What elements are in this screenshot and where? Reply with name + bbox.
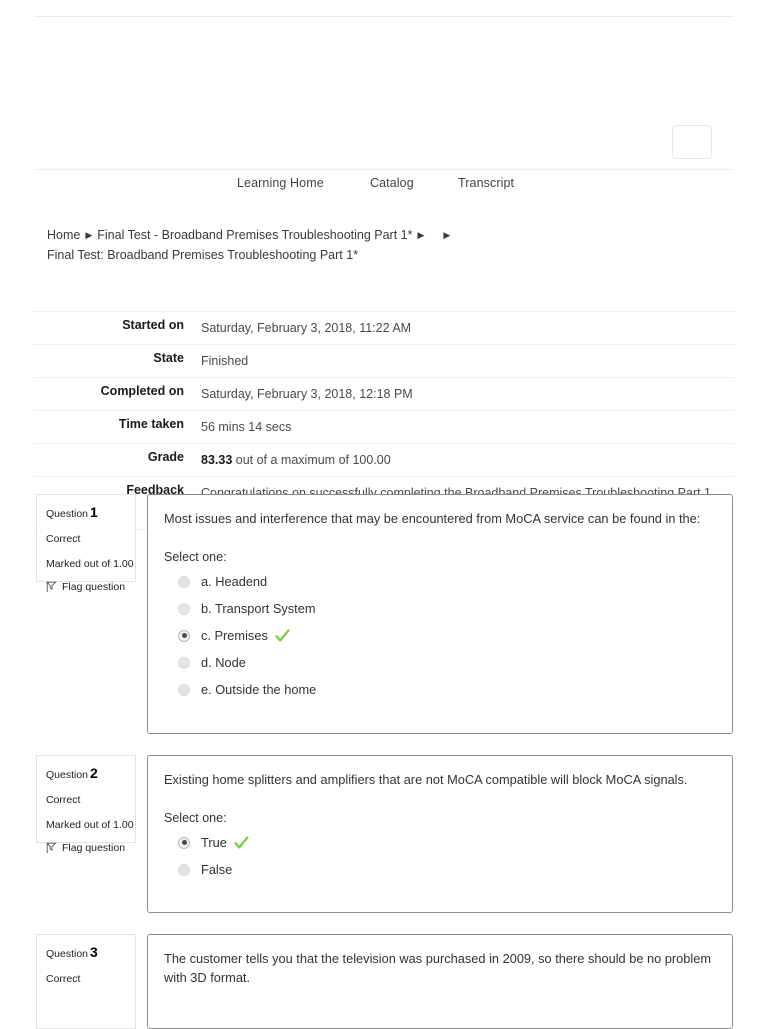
flag-question-1-label: Flag question bbox=[62, 581, 126, 593]
answer-option-1d[interactable]: d. Node bbox=[164, 649, 716, 676]
question-state-3: Correct bbox=[46, 973, 81, 985]
summary-label-state: State bbox=[153, 351, 184, 365]
question-body-2: Existing home splitters and amplifiers t… bbox=[147, 755, 733, 913]
nav-item-transcript[interactable]: Transcript bbox=[458, 176, 514, 190]
question-label-3: Question bbox=[46, 948, 89, 960]
primary-navigation: Learning Home Catalog Transcript bbox=[0, 174, 768, 196]
summary-label-completed-on: Completed on bbox=[100, 384, 184, 398]
question-text-1: Most issues and interference that may be… bbox=[164, 511, 701, 526]
flag-icon bbox=[46, 581, 57, 593]
correct-check-icon-1c bbox=[275, 629, 290, 643]
question-number-3: Question 3 bbox=[46, 944, 125, 960]
answer-option-1b[interactable]: b. Transport System bbox=[164, 595, 716, 622]
answer-option-1e[interactable]: e. Outside the home bbox=[164, 676, 716, 703]
answer-label-1b: b. Transport System bbox=[201, 601, 316, 616]
header-bottom-divider bbox=[34, 169, 734, 170]
radio-1b[interactable] bbox=[178, 602, 190, 615]
summary-label-started-on: Started on bbox=[122, 318, 184, 332]
site-header bbox=[0, 17, 768, 169]
summary-value-time-taken: 56 mins 14 secs bbox=[201, 420, 292, 434]
question-block-2: Question 2 Correct Marked out of 1.00 Fla… bbox=[0, 755, 768, 913]
breadcrumb-course[interactable]: Final Test - Broadband Premises Troubles… bbox=[97, 228, 412, 242]
flag-icon bbox=[46, 842, 57, 854]
question-text-2: Existing home splitters and amplifiers t… bbox=[164, 772, 688, 787]
chevron-right-icon-2: ▶ bbox=[417, 230, 425, 240]
flag-question-2-label: Flag question bbox=[62, 842, 126, 854]
select-one-label-2: Select one: bbox=[164, 811, 227, 825]
grade-max: out of a maximum of 100.00 bbox=[232, 453, 391, 467]
answer-option-1a[interactable]: a. Headend bbox=[164, 568, 716, 595]
answer-label-1e: e. Outside the home bbox=[201, 682, 317, 697]
select-one-label-1: Select one: bbox=[164, 550, 227, 564]
summary-row-state: State Finished bbox=[34, 344, 734, 378]
breadcrumb: Home ▶ Final Test - Broadband Premises Tro… bbox=[47, 225, 737, 265]
chevron-right-icon: ▶ bbox=[85, 230, 93, 240]
question-label-2: Question bbox=[46, 769, 89, 781]
breadcrumb-home[interactable]: Home bbox=[47, 228, 80, 242]
answer-list-2: True False bbox=[164, 829, 716, 883]
question-block-3: Question 3 Correct The customer tells you… bbox=[0, 934, 768, 1029]
question-index-1: 1 bbox=[90, 504, 98, 520]
question-body-3: The customer tells you that the televisi… bbox=[147, 934, 733, 1029]
question-index-2: 2 bbox=[90, 765, 98, 781]
radio-1e[interactable] bbox=[178, 683, 190, 696]
nav-item-learning-home[interactable]: Learning Home bbox=[237, 176, 324, 190]
grade-score: 83.33 bbox=[201, 453, 233, 467]
summary-row-started-on: Started on Saturday, February 3, 2018, 1… bbox=[34, 311, 734, 345]
header-badge-box[interactable] bbox=[672, 125, 712, 159]
answer-label-1a: a. Headend bbox=[201, 574, 268, 589]
answer-label-2-true: True bbox=[201, 835, 227, 850]
question-number-1: Question 1 bbox=[46, 504, 125, 520]
question-info-1: Question 1 Correct Marked out of 1.00 Fla… bbox=[36, 494, 136, 593]
summary-value-grade: 83.33 out of a maximum of 100.00 bbox=[192, 444, 734, 477]
flag-question-2-button[interactable]: Flag question bbox=[46, 842, 125, 854]
answer-label-1d: d. Node bbox=[201, 655, 246, 670]
chevron-right-icon-3: ▶ bbox=[443, 230, 451, 240]
radio-1d[interactable] bbox=[178, 656, 190, 669]
summary-value-state: Finished bbox=[201, 354, 249, 368]
flag-question-1-button[interactable]: Flag question bbox=[46, 581, 125, 593]
answer-list-1: a. Headend b. Transport System c. Premis… bbox=[164, 568, 716, 703]
radio-2-true[interactable] bbox=[178, 836, 190, 849]
question-info-3: Question 3 Correct bbox=[36, 934, 136, 1029]
question-state-2: Correct bbox=[46, 794, 81, 806]
question-body-1: Most issues and interference that may be… bbox=[147, 494, 733, 734]
answer-option-2-false[interactable]: False bbox=[164, 856, 716, 883]
question-marked-2: Marked out of 1.00 bbox=[46, 819, 134, 831]
summary-value-started-on: Saturday, February 3, 2018, 11:22 AM bbox=[201, 321, 412, 335]
summary-label-time-taken: Time taken bbox=[118, 417, 184, 431]
question-index-3: 3 bbox=[90, 944, 98, 960]
question-marked-1: Marked out of 1.00 bbox=[46, 558, 134, 570]
correct-check-icon-2-true bbox=[234, 836, 249, 850]
breadcrumb-current: Final Test: Broadband Premises Troublesh… bbox=[47, 248, 359, 262]
question-info-2: Question 2 Correct Marked out of 1.00 Fla… bbox=[36, 755, 136, 854]
answer-label-2-false: False bbox=[201, 862, 233, 877]
question-state-1: Correct bbox=[46, 533, 81, 545]
question-number-2: Question 2 bbox=[46, 765, 125, 781]
answer-option-1c[interactable]: c. Premises bbox=[164, 622, 716, 649]
question-label-1: Question bbox=[46, 508, 89, 520]
radio-1a[interactable] bbox=[178, 575, 190, 588]
summary-value-completed-on: Saturday, February 3, 2018, 12:18 PM bbox=[201, 387, 413, 401]
radio-1c[interactable] bbox=[178, 629, 190, 642]
summary-row-completed-on: Completed on Saturday, February 3, 2018,… bbox=[34, 377, 734, 411]
summary-row-grade: Grade 83.33 out of a maximum of 100.00 bbox=[34, 443, 734, 477]
question-block-1: Question 1 Correct Marked out of 1.00 Fla… bbox=[0, 494, 768, 734]
nav-item-catalog[interactable]: Catalog bbox=[370, 176, 414, 190]
summary-row-time-taken: Time taken 56 mins 14 secs bbox=[34, 410, 734, 444]
answer-label-1c: c. Premises bbox=[201, 628, 268, 643]
radio-2-false[interactable] bbox=[178, 863, 190, 876]
summary-label-grade: Grade bbox=[147, 450, 184, 464]
answer-option-2-true[interactable]: True bbox=[164, 829, 716, 856]
question-text-3: The customer tells you that the televisi… bbox=[164, 951, 712, 985]
